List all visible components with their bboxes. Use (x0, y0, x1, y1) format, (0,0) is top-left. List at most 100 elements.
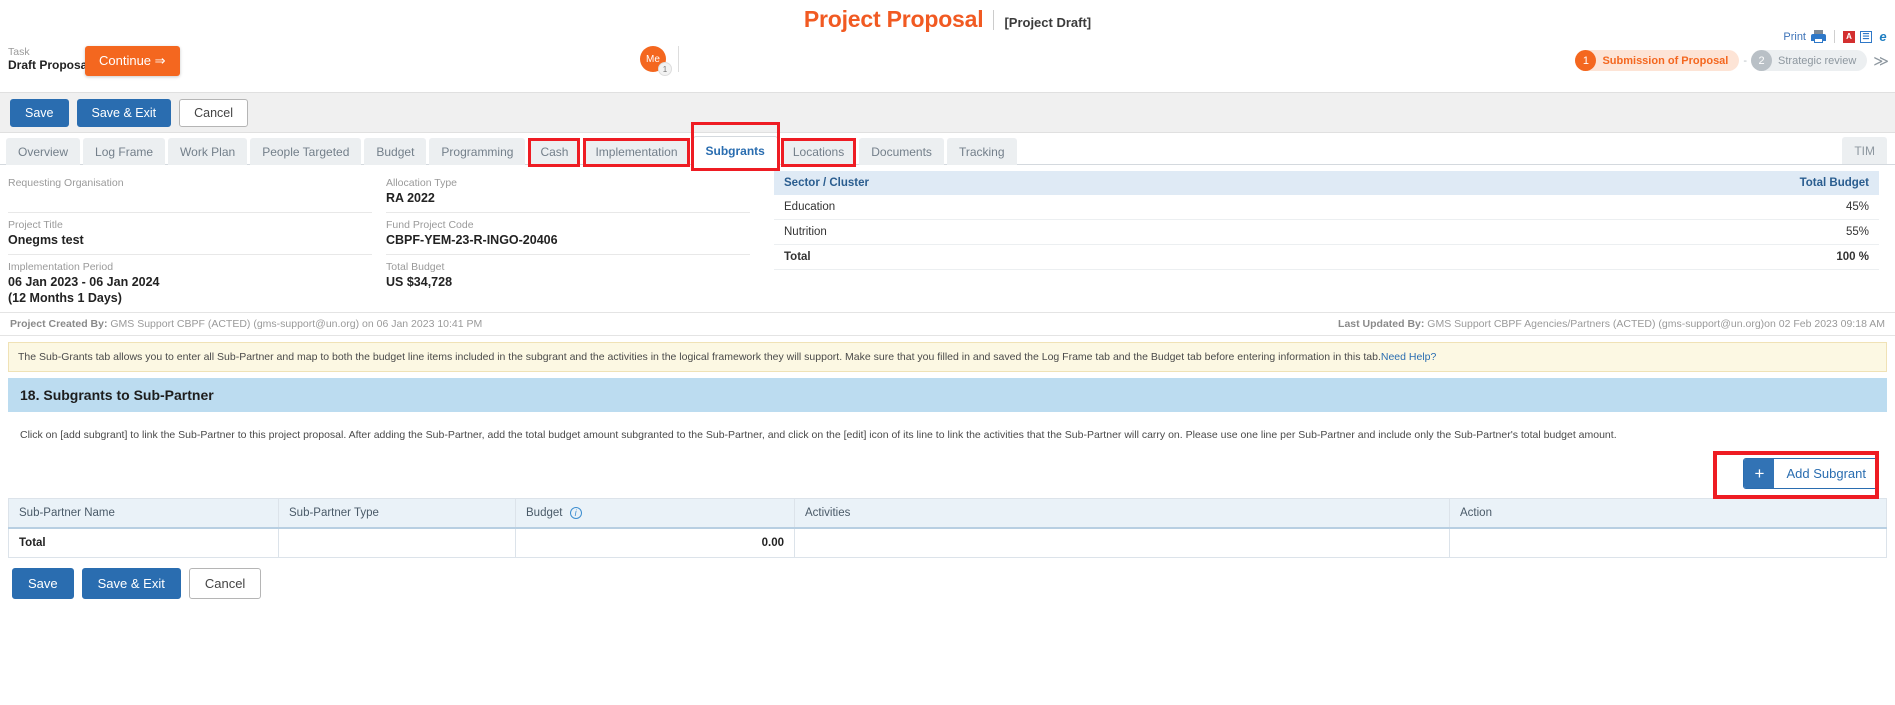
sector-total-value: 100 % (1370, 244, 1879, 270)
tab-cash[interactable]: Cash (528, 138, 581, 165)
plus-icon: + (1744, 459, 1775, 488)
created-value: GMS Support CBPF (ACTED) (gms-support@un… (110, 318, 483, 330)
need-help-link[interactable]: Need Help? (1381, 351, 1436, 363)
total-budget-col-header: Total Budget (1370, 171, 1879, 195)
tab-documents[interactable]: Documents (859, 138, 944, 165)
table-header-row: Sub-Partner Name Sub-Partner Type Budget… (8, 498, 1887, 530)
info-icon[interactable]: i (569, 507, 582, 519)
sector-name-cell: Nutrition (774, 219, 1371, 245)
page-header: Project Proposal [Project Draft] Task Dr… (0, 0, 1895, 92)
sector-cluster-panel: Sector / Cluster Total Budget Education 4… (774, 171, 1887, 312)
save-exit-button-bottom[interactable]: Save & Exit (81, 568, 181, 600)
workflow-step-2[interactable]: 2 Strategic review (1751, 50, 1868, 71)
tab-implementation[interactable]: Implementation (583, 138, 690, 165)
title-divider (993, 9, 995, 30)
tab-bar: Overview Log Frame Work Plan People Targete… (0, 122, 1895, 171)
field-value: US $34,728 (386, 275, 453, 289)
workflow-step-1[interactable]: 1 Submission of Proposal (1575, 50, 1740, 71)
workflow-step-1-label: Submission of Proposal (1602, 54, 1729, 67)
section-description: Click on [add subgrant] to link the Sub-… (8, 412, 1887, 456)
created-label: Project Created By: (10, 318, 108, 330)
print-label[interactable]: Print (1783, 31, 1806, 43)
field-label: Requesting Organisation (8, 177, 124, 189)
tab-people-targeted[interactable]: People Targeted (250, 138, 362, 165)
task-label: Task (8, 46, 30, 58)
field-total-budget: Total Budget US $34,728 (386, 255, 750, 296)
section-heading: 18. Subgrants to Sub-Partner (8, 378, 1887, 412)
internet-explorer-icon[interactable]: e (1877, 29, 1889, 44)
workflow-more-icon[interactable]: ≫ (1873, 52, 1889, 70)
sector-table-row: Nutrition 55% (774, 219, 1879, 245)
field-value: CBPF-YEM-23-R-INGO-20406 (386, 233, 558, 247)
field-label: Total Budget (386, 261, 445, 273)
avatar-divider (678, 46, 679, 72)
field-fund-project-code: Fund Project Code CBPF-YEM-23-R-INGO-204… (386, 213, 750, 255)
workflow-step-1-number: 1 (1575, 50, 1597, 71)
cancel-button-bottom[interactable]: Cancel (188, 568, 262, 600)
avatar-label: Me (646, 53, 660, 65)
field-label: Fund Project Code (386, 219, 474, 231)
excel-export-icon[interactable]: ☰ (1860, 30, 1872, 43)
top-action-bar: Save Save & Exit Cancel (0, 92, 1895, 133)
field-label: Allocation Type (386, 177, 458, 189)
print-divider (1834, 30, 1835, 43)
assignee-block[interactable]: Me 1 (640, 46, 679, 76)
field-value: Onegms test (8, 233, 84, 247)
task-value: Draft Proposal (8, 58, 91, 72)
sector-cluster-table: Sector / Cluster Total Budget Education 4… (774, 171, 1879, 270)
field-label: Project Title (8, 219, 63, 231)
print-toolbar[interactable]: Print A ☰ e (1783, 29, 1889, 44)
tab-overview[interactable]: Overview (6, 138, 81, 165)
tab-subgrants[interactable]: Subgrants (692, 136, 778, 165)
col-action[interactable]: Action (1449, 498, 1887, 530)
task-block: Task Draft Proposal (8, 46, 91, 72)
field-value: RA 2022 (386, 191, 435, 205)
tab-budget[interactable]: Budget (364, 138, 427, 165)
field-value-line1: 06 Jan 2023 - 06 Jan 2024 (8, 275, 160, 289)
tab-locations[interactable]: Locations (780, 138, 857, 165)
field-allocation-type: Allocation Type RA 2022 (386, 171, 750, 213)
field-project-title: Project Title Onegms test (8, 213, 372, 255)
total-label-cell: Total (8, 528, 279, 558)
project-info-left: Requesting Organisation Project Title On… (8, 171, 386, 312)
sector-table-row: Education 45% (774, 195, 1879, 220)
workflow-step-2-number: 2 (1751, 50, 1773, 71)
sector-table-header-row: Sector / Cluster Total Budget (774, 171, 1879, 195)
workflow-steps: 1 Submission of Proposal - 2 Strategic r… (1575, 50, 1889, 71)
tab-list: Overview Log Frame Work Plan People Targete… (0, 133, 1895, 165)
printer-icon[interactable] (1811, 30, 1826, 43)
total-type-cell (278, 528, 516, 558)
col-activities[interactable]: Activities (794, 498, 1450, 530)
bottom-action-bar: Save Save & Exit Cancel (0, 558, 1895, 609)
audit-bar: Project Created By: GMS Support CBPF (AC… (0, 312, 1895, 336)
page-title: Project Proposal (803, 6, 984, 32)
info-notice-banner: The Sub-Grants tab allows you to enter a… (8, 342, 1887, 372)
tab-programming[interactable]: Programming (429, 138, 526, 165)
add-subgrant-row: + Add Subgrant (8, 451, 1887, 499)
tab-tracking[interactable]: Tracking (946, 138, 1017, 165)
cancel-button-top[interactable]: Cancel (179, 98, 249, 127)
save-exit-button-top[interactable]: Save & Exit (76, 98, 172, 127)
pdf-export-icon[interactable]: A (1843, 30, 1855, 43)
tab-log-frame[interactable]: Log Frame (83, 138, 166, 165)
page-subtitle: [Project Draft] (1004, 15, 1092, 30)
sector-budget-cell: 45% (1370, 195, 1879, 220)
save-button-bottom[interactable]: Save (12, 568, 74, 600)
col-budget[interactable]: Budget i (515, 498, 795, 530)
add-subgrant-label: Add Subgrant (1786, 466, 1866, 481)
notice-text: The Sub-Grants tab allows you to enter a… (18, 351, 1381, 363)
col-sub-partner-name[interactable]: Sub-Partner Name (8, 498, 279, 530)
sector-name-cell: Education (774, 195, 1371, 220)
save-button-top[interactable]: Save (10, 98, 69, 127)
avatar[interactable]: Me 1 (640, 46, 672, 76)
col-sub-partner-type[interactable]: Sub-Partner Type (278, 498, 516, 530)
continue-button[interactable]: Continue ⇒ (85, 46, 180, 76)
last-updated-by: Last Updated By: GMS Support CBPF Agenci… (1338, 318, 1885, 330)
sector-table-total-row: Total 100 % (774, 244, 1879, 270)
add-subgrant-button[interactable]: + Add Subgrant (1743, 458, 1879, 489)
tab-work-plan[interactable]: Work Plan (168, 138, 248, 165)
workflow-separator: - (1743, 54, 1748, 67)
col-budget-label: Budget (526, 507, 563, 520)
tab-tim[interactable]: TIM (1842, 137, 1887, 164)
project-info-region: Requesting Organisation Project Title On… (0, 165, 1895, 312)
